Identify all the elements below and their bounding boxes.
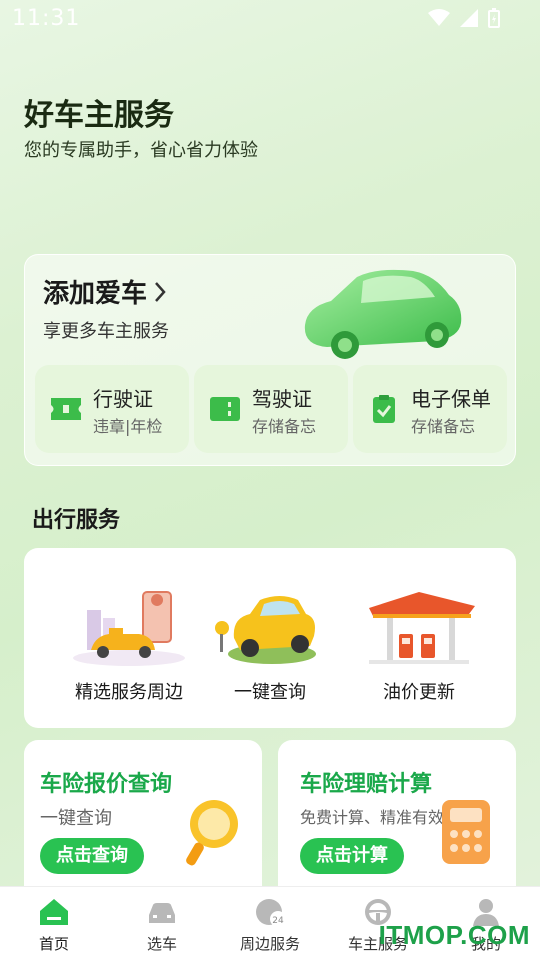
- service-label: 一键查询: [234, 682, 306, 703]
- doc-subtitle: 违章|年检: [93, 417, 163, 436]
- service-label: 精选服务周边: [75, 682, 183, 703]
- wifi-icon: [428, 9, 450, 26]
- doc-e-policy[interactable]: 电子保单 存储备忘: [353, 365, 507, 453]
- add-car-title: 添加爱车: [43, 279, 148, 309]
- status-icons: [428, 8, 500, 28]
- travel-services-heading: 出行服务: [32, 508, 121, 533]
- license-card-icon: [210, 397, 240, 421]
- service-one-click-query[interactable]: 一键查询: [195, 588, 345, 708]
- battery-icon: [488, 8, 500, 28]
- home-icon: [40, 899, 68, 925]
- service-label: 油价更新: [383, 682, 455, 703]
- tab-label: 选车: [146, 935, 177, 953]
- magnifier-icon: [186, 800, 238, 866]
- add-car-card[interactable]: 添加爱车 享更多车主服务 行驶证 违章|年检 驾驶证 存储备忘 电子保单 存储备…: [24, 254, 516, 466]
- service-nearby[interactable]: 精选服务周边: [54, 588, 204, 708]
- travel-services-card: 精选服务周边 一键查询 油价更新: [24, 548, 516, 728]
- chevron-right-icon: [155, 281, 166, 302]
- promo-subtitle: 一键查询: [40, 808, 112, 829]
- service-oil-price[interactable]: 油价更新: [344, 588, 494, 708]
- promo-subtitle: 免费计算、精准有效: [300, 808, 445, 827]
- taxi-map-illustration: [73, 591, 185, 666]
- doc-subtitle: 存储备忘: [252, 417, 317, 436]
- doc-subtitle: 存储备忘: [411, 417, 476, 436]
- claims-calculator-card[interactable]: 车险理赔计算 免费计算、精准有效 点击计算: [278, 740, 516, 900]
- page-title: 好车主服务: [24, 98, 174, 133]
- watermark: ITMOP.COM: [378, 920, 530, 950]
- calculate-button[interactable]: 点击计算: [300, 838, 404, 874]
- page-subtitle: 您的专属助手，省心省力体验: [24, 140, 258, 161]
- gas-station-illustration: [369, 592, 475, 664]
- doc-title: 行驶证: [93, 387, 153, 411]
- doc-title: 电子保单: [411, 387, 491, 411]
- insurance-quote-card[interactable]: 车险报价查询 一键查询 点击查询: [24, 740, 262, 900]
- doc-driver-license[interactable]: 驾驶证 存储备忘: [194, 365, 348, 453]
- query-button[interactable]: 点击查询: [40, 838, 144, 874]
- promo-title: 车险理赔计算: [300, 772, 433, 797]
- tab-label: 周边服务: [239, 935, 300, 953]
- tab-nearby-services[interactable]: 24 周边服务: [220, 897, 320, 954]
- clipboard-check-icon: [373, 395, 395, 423]
- add-car-link[interactable]: 添加爱车: [43, 273, 167, 310]
- nearby-24h-icon: 24: [256, 899, 286, 927]
- signal-icon: [460, 9, 478, 27]
- promo-title: 车险报价查询: [40, 772, 173, 797]
- status-time: 11:31: [12, 6, 81, 31]
- status-bar: 11:31: [0, 0, 540, 40]
- yellow-car-illustration: [215, 596, 316, 664]
- tab-label: 首页: [38, 935, 69, 953]
- tab-home[interactable]: 首页: [4, 897, 104, 954]
- doc-title: 驾驶证: [252, 387, 312, 411]
- green-car-illustration: [304, 269, 462, 359]
- tab-select-car[interactable]: 选车: [112, 897, 212, 954]
- ticket-icon: [51, 398, 81, 420]
- add-car-subtitle: 享更多车主服务: [43, 321, 169, 342]
- calculator-icon: [442, 800, 490, 864]
- car-icon: [149, 903, 175, 923]
- svg-text:24: 24: [272, 916, 284, 926]
- doc-driving-license[interactable]: 行驶证 违章|年检: [35, 365, 189, 453]
